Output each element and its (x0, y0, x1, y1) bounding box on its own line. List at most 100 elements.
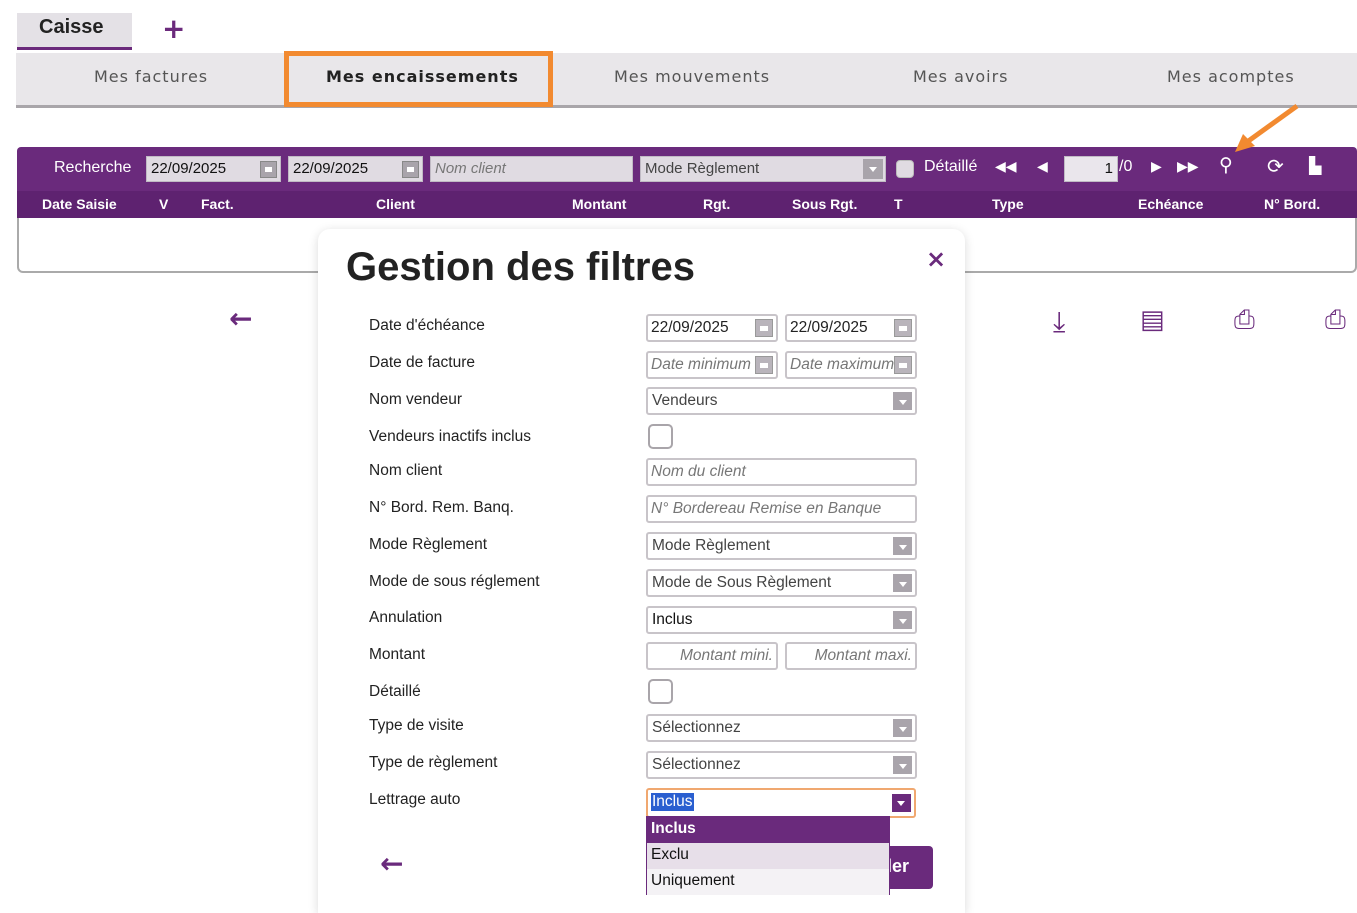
calendar-icon[interactable] (402, 161, 419, 178)
label-date-facture: Date de facture (369, 354, 475, 371)
option-exclu[interactable]: Exclu (647, 843, 889, 869)
lettrage-auto-value: Inclus (651, 793, 694, 811)
lettrage-auto-dropdown: Inclus Exclu Uniquement (646, 816, 890, 895)
chevron-down-icon (893, 574, 912, 592)
download-icon[interactable]: ⤓ (1053, 305, 1065, 339)
chevron-down-icon (893, 392, 912, 410)
search-date-to-value: 22/09/2025 (293, 160, 369, 177)
calendar-icon[interactable] (755, 356, 773, 374)
col-type[interactable]: Type (992, 196, 1024, 212)
date-echeance-to-value: 22/09/2025 (790, 319, 868, 336)
chevron-down-icon (893, 756, 912, 774)
label-date-echeance: Date d'échéance (369, 317, 485, 334)
add-tab-button[interactable]: + (162, 12, 185, 45)
label-type-visite: Type de visite (369, 717, 464, 734)
print-schedule-icon[interactable]: ⎙ (1234, 305, 1255, 336)
mode-reglement-select[interactable]: Mode Règlement (646, 532, 917, 560)
nom-vendeur-select[interactable]: Vendeurs (646, 387, 917, 415)
csv-export-icon[interactable]: ▙ (1309, 156, 1321, 175)
next-page-icon[interactable]: ▶ (1151, 159, 1162, 175)
subnav-mes-factures[interactable]: Mes factures (94, 67, 208, 86)
close-icon[interactable]: × (926, 245, 946, 273)
date-facture-to[interactable]: Date maximum (785, 351, 917, 379)
date-facture-from[interactable]: Date minimum (646, 351, 778, 379)
col-rgt[interactable]: Rgt. (703, 196, 730, 212)
search-detaille-checkbox[interactable] (896, 160, 914, 178)
annotation-highlight-box (284, 51, 553, 107)
subnav-mes-mouvements[interactable]: Mes mouvements (614, 67, 770, 86)
chevron-down-icon (893, 611, 912, 629)
search-client-input[interactable]: Nom client (430, 156, 633, 182)
col-fact[interactable]: Fact. (201, 196, 234, 212)
option-inclus[interactable]: Inclus (647, 817, 889, 843)
mode-sous-reglement-value: Mode de Sous Règlement (652, 574, 832, 591)
type-visite-value: Sélectionnez (652, 719, 741, 736)
col-t[interactable]: T (894, 196, 903, 212)
annulation-select[interactable]: Inclus (646, 606, 917, 634)
label-bord-rem: N° Bord. Rem. Banq. (369, 499, 514, 516)
col-montant[interactable]: Montant (572, 196, 626, 212)
label-lettrage-auto: Lettrage auto (369, 791, 461, 808)
date-echeance-from[interactable]: 22/09/2025 (646, 314, 778, 342)
type-visite-select[interactable]: Sélectionnez (646, 714, 917, 742)
search-mode-reglement-value: Mode Règlement (645, 160, 760, 177)
subnav-mes-avoirs[interactable]: Mes avoirs (913, 67, 1009, 86)
back-arrow-icon[interactable]: ← (229, 302, 252, 335)
chevron-down-icon (863, 159, 883, 179)
modal-title: Gestion des filtres (346, 245, 695, 289)
col-client[interactable]: Client (376, 196, 415, 212)
col-v[interactable]: V (159, 196, 168, 212)
page-input[interactable]: 1 (1064, 156, 1118, 182)
detaille-checkbox[interactable] (648, 679, 673, 704)
subnav: Mes factures Mes encaissements Mes mouve… (16, 53, 1357, 108)
chevron-down-icon (893, 537, 912, 555)
prev-page-icon[interactable]: ◀ (1037, 159, 1048, 175)
vendeurs-inactifs-checkbox[interactable] (648, 424, 673, 449)
label-mode-reglement: Mode Règlement (369, 536, 488, 553)
search-detaille-label: Détaillé (924, 158, 978, 175)
search-date-from[interactable]: 22/09/2025 (146, 156, 281, 182)
type-reglement-value: Sélectionnez (652, 756, 741, 773)
date-facture-from-placeholder: Date minimum (651, 356, 751, 373)
col-date-saisie[interactable]: Date Saisie (42, 196, 117, 212)
page-total: /0 (1119, 158, 1133, 175)
search-bar: Recherche 22/09/2025 22/09/2025 Nom clie… (17, 147, 1357, 191)
print-icon[interactable]: ⎙ (1325, 305, 1346, 336)
lettrage-auto-select[interactable]: Inclus (646, 788, 916, 818)
nom-vendeur-value: Vendeurs (652, 392, 718, 409)
bord-rem-input[interactable]: N° Bordereau Remise en Banque (646, 495, 917, 523)
calendar-icon[interactable] (260, 161, 277, 178)
search-date-to[interactable]: 22/09/2025 (288, 156, 423, 182)
label-type-reglement: Type de règlement (369, 754, 498, 771)
label-vendeurs-inactifs: Vendeurs inactifs inclus (369, 428, 531, 445)
tab-caisse[interactable]: Caisse (17, 13, 132, 50)
col-sous-rgt[interactable]: Sous Rgt. (792, 196, 857, 212)
search-mode-reglement-select[interactable]: Mode Règlement (640, 156, 886, 182)
nom-client-input[interactable]: Nom du client (646, 458, 917, 486)
table-header: Date Saisie V Fact. Client Montant Rgt. … (17, 191, 1357, 218)
last-page-icon[interactable]: ▶▶ (1177, 159, 1199, 175)
montant-max-input[interactable]: Montant maxi. (785, 642, 917, 670)
first-page-icon[interactable]: ◀◀ (995, 159, 1017, 175)
type-reglement-select[interactable]: Sélectionnez (646, 751, 917, 779)
mode-sous-reglement-select[interactable]: Mode de Sous Règlement (646, 569, 917, 597)
cash-register-icon[interactable]: ▤ (1140, 305, 1165, 335)
calendar-icon[interactable] (755, 319, 773, 337)
chevron-down-icon (892, 794, 911, 812)
mode-reglement-value: Mode Règlement (652, 537, 771, 554)
option-uniquement[interactable]: Uniquement (647, 869, 889, 895)
filter-modal: Gestion des filtres × Date d'échéance 22… (318, 229, 965, 913)
label-detaille: Détaillé (369, 683, 421, 700)
montant-min-input[interactable]: Montant mini. (646, 642, 778, 670)
calendar-icon[interactable] (894, 319, 912, 337)
calendar-icon[interactable] (894, 356, 912, 374)
back-arrow-icon[interactable]: ← (380, 847, 403, 880)
label-montant: Montant (369, 646, 426, 663)
date-echeance-to[interactable]: 22/09/2025 (785, 314, 917, 342)
search-date-from-value: 22/09/2025 (151, 160, 227, 177)
subnav-mes-acomptes[interactable]: Mes acomptes (1167, 67, 1295, 86)
col-n-bord[interactable]: N° Bord. (1264, 196, 1320, 212)
label-nom-vendeur: Nom vendeur (369, 391, 463, 408)
date-facture-to-placeholder: Date maximum (790, 356, 895, 373)
col-echeance[interactable]: Echéance (1138, 196, 1203, 212)
